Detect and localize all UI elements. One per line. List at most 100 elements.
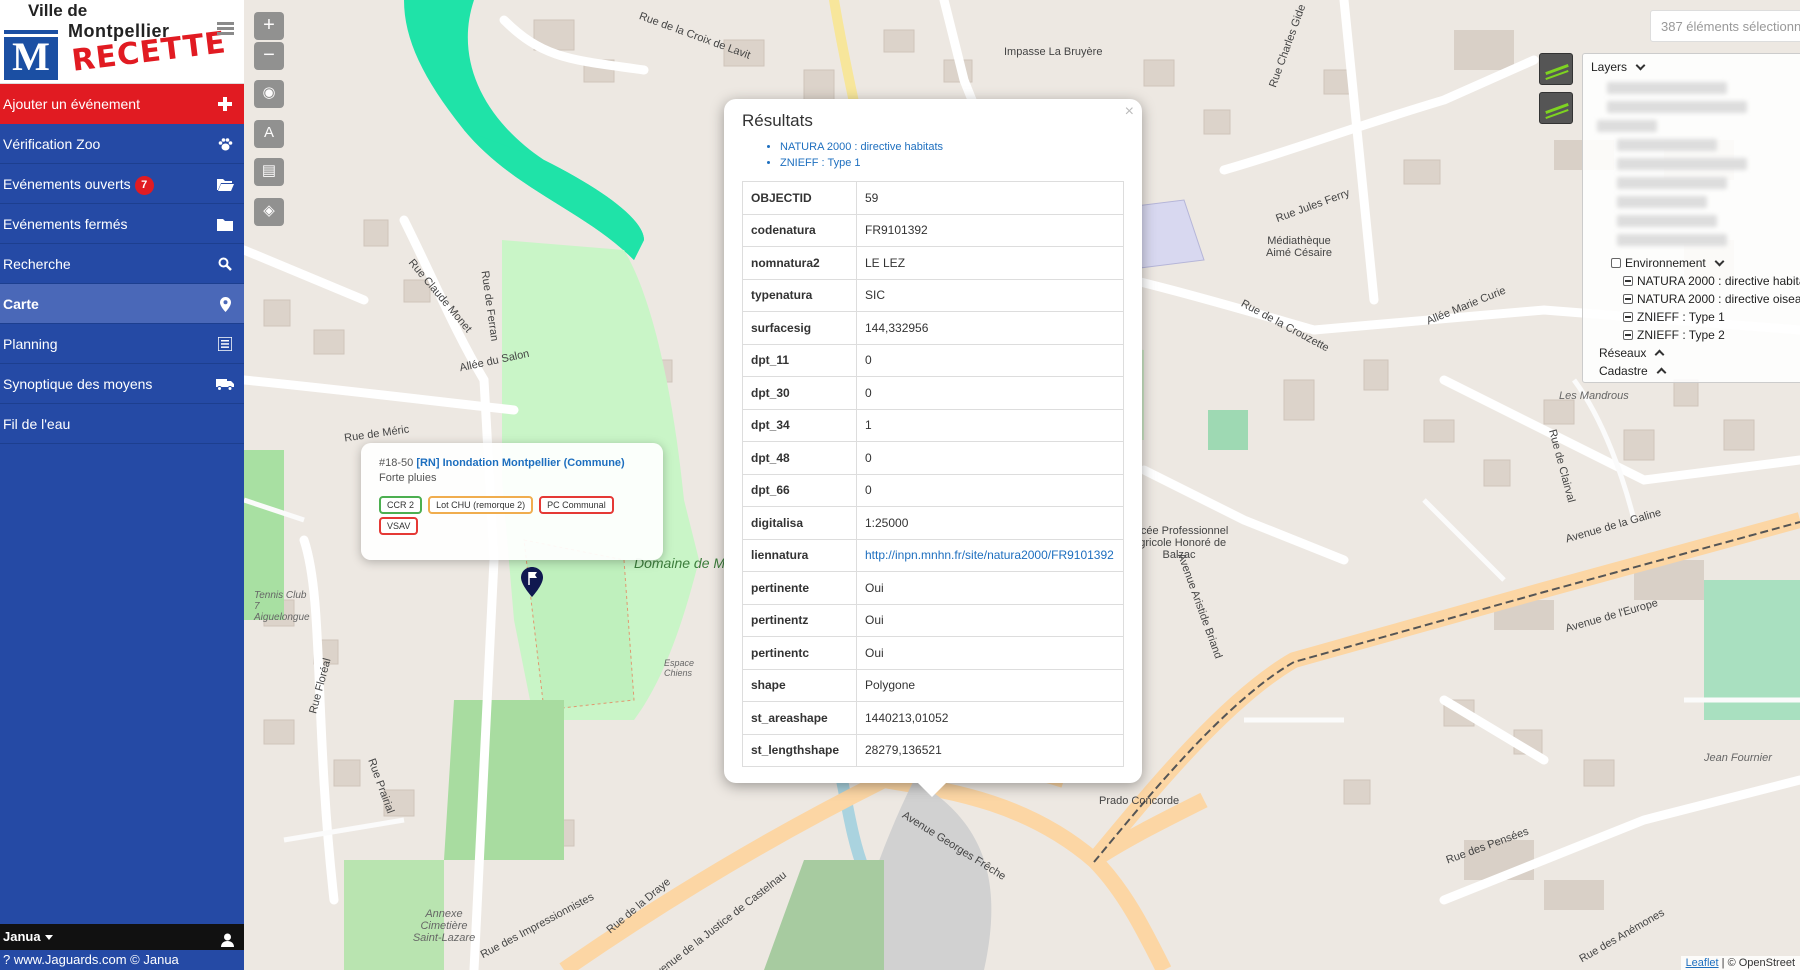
overlay-toggle-button[interactable] (1539, 92, 1573, 124)
group-checkbox[interactable] (1611, 258, 1621, 268)
layer-item[interactable]: NATURA 2000 : directive oiseaux (1623, 290, 1800, 308)
attribute-value: Oui (856, 636, 1124, 670)
results-title: Résultats (742, 111, 813, 130)
nav-label: Fil de l'eau (3, 416, 71, 432)
brand-logo[interactable]: Ville de Montpellier M RECETTE (0, 0, 244, 84)
nav-zoo-check[interactable]: Vérification Zoo (0, 124, 244, 164)
attribute-key: OBJECTID (742, 181, 857, 215)
nav-label: Recherche (3, 256, 71, 272)
attribute-value: 0 (856, 441, 1124, 475)
layer-checkbox[interactable] (1623, 330, 1633, 340)
basemap-toggle-button[interactable] (1539, 53, 1573, 85)
nav-resources-synoptic[interactable]: Synoptique des moyens (0, 364, 244, 404)
attribute-row: OBJECTID 59 (742, 181, 1124, 215)
resource-tag[interactable]: VSAV (379, 517, 419, 535)
nav-label: Vérification Zoo (3, 136, 101, 152)
nav-label: Planning (3, 336, 58, 352)
attribute-row: nomnatura2 LE LEZ (742, 246, 1124, 280)
folder-closed-icon (216, 204, 234, 244)
attribute-key: nomnatura2 (742, 246, 857, 280)
event-title-link[interactable]: [RN] Inondation Montpellier (Commune) (416, 457, 624, 469)
layers-panel: Layers Environnement NATURA 2000 : direc… (1582, 53, 1800, 383)
layer-group-label: Cadastre (1599, 364, 1648, 378)
zoom-out-button[interactable]: − (254, 42, 284, 70)
layers-header[interactable]: Layers (1591, 60, 1800, 74)
search-icon (216, 244, 234, 284)
attribute-row: pertinentc Oui (742, 636, 1124, 670)
attribute-value: 1 (856, 408, 1124, 442)
event-tags: CCR 2 Lot CHU (remorque 2) PC Communal V… (379, 496, 645, 538)
attribute-value: Oui (856, 571, 1124, 605)
attribute-row: dpt_48 0 (742, 441, 1124, 475)
layer-checkbox[interactable] (1623, 312, 1633, 322)
nav-open-events[interactable]: Evénements ouverts 7 (0, 164, 244, 204)
blurred-layer-item (1617, 215, 1717, 227)
event-id-line: #18-50 [RN] Inondation Montpellier (Comm… (379, 457, 645, 469)
attribute-key: codenatura (742, 213, 857, 247)
blurred-layer-item (1617, 234, 1727, 246)
nav-add-event[interactable]: Ajouter un événement (0, 84, 244, 124)
app-window: Ville de Montpellier M RECETTE Ajouter u… (0, 0, 1800, 970)
event-flag-marker-icon[interactable] (521, 567, 543, 597)
results-layer-item[interactable]: NATURA 2000 : directive habitats (780, 139, 1124, 155)
attribute-key: surfacesig (742, 311, 857, 345)
attribute-row: pertinentz Oui (742, 603, 1124, 637)
text-tool-button[interactable]: A (254, 120, 284, 148)
attribute-key: dpt_30 (742, 376, 857, 410)
attribute-key: dpt_11 (742, 343, 857, 377)
attribute-row: dpt_66 0 (742, 473, 1124, 507)
results-layer-item[interactable]: ZNIEFF : Type 1 (780, 155, 1124, 171)
event-popup[interactable]: #18-50 [RN] Inondation Montpellier (Comm… (361, 443, 663, 560)
resource-tag[interactable]: PC Communal (539, 496, 614, 514)
attribute-row: digitalisa 1:25000 (742, 506, 1124, 540)
user-menu[interactable]: Janua (0, 924, 244, 950)
layer-group-cadastre[interactable]: Cadastre (1599, 362, 1800, 380)
blurred-layer-item (1617, 158, 1747, 170)
attribute-key: dpt_66 (742, 473, 857, 507)
event-id: #18-50 (379, 457, 414, 469)
layer-group-reseaux[interactable]: Réseaux (1599, 344, 1800, 362)
layer-group-environnement[interactable]: Environnement (1611, 254, 1800, 272)
event-description: Forte pluies (379, 472, 437, 484)
sidebar: Ville de Montpellier M RECETTE Ajouter u… (0, 0, 244, 970)
nav-planning[interactable]: Planning (0, 324, 244, 364)
resource-tag[interactable]: Lot CHU (remorque 2) (428, 496, 534, 514)
layer-label: ZNIEFF : Type 2 (1637, 328, 1725, 342)
plus-icon (216, 84, 234, 124)
attribute-key: pertinentz (742, 603, 857, 637)
leaflet-link[interactable]: Leaflet (1686, 957, 1719, 969)
target-tool-button[interactable]: ◈ (254, 198, 284, 226)
nav-search[interactable]: Recherche (0, 244, 244, 284)
attribute-row: dpt_11 0 (742, 343, 1124, 377)
attribute-key: st_areashape (742, 701, 857, 735)
nav-label: Synoptique des moyens (3, 376, 153, 392)
blurred-layer-item (1597, 120, 1657, 132)
layer-checkbox[interactable] (1623, 294, 1633, 304)
resource-tag[interactable]: CCR 2 (379, 496, 423, 514)
hamburger-menu-icon[interactable] (217, 22, 234, 37)
layer-group-label: Réseaux (1599, 346, 1647, 360)
eye-tool-button[interactable]: ◉ (254, 80, 284, 108)
close-icon[interactable]: × (1125, 103, 1134, 121)
main-nav: Ajouter un événement Vérification Zoo Ev… (0, 84, 244, 444)
nav-closed-events[interactable]: Evénements fermés (0, 204, 244, 244)
layer-item[interactable]: ZNIEFF : Type 2 (1623, 326, 1800, 344)
attribute-value: 28279,136521 (856, 733, 1124, 767)
caret-down-icon (44, 935, 53, 941)
zoom-in-button[interactable]: + (254, 12, 284, 40)
attribute-row: pertinente Oui (742, 571, 1124, 605)
nav-label: Evénements ouverts (3, 176, 131, 192)
attribute-row: typenatura SIC (742, 278, 1124, 312)
nav-map[interactable]: Carte (0, 284, 244, 324)
layer-checkbox[interactable] (1623, 276, 1633, 286)
nav-water-flow[interactable]: Fil de l'eau (0, 404, 244, 444)
table-tool-button[interactable]: ▤ (254, 158, 284, 186)
attribute-row: codenatura FR9101392 (742, 213, 1124, 247)
attribute-key: pertinente (742, 571, 857, 605)
attribute-value: 1:25000 (856, 506, 1124, 540)
selection-count-field[interactable]: 387 éléments sélectionn (1650, 10, 1800, 42)
layer-item[interactable]: ZNIEFF : Type 1 (1623, 308, 1800, 326)
layer-item[interactable]: NATURA 2000 : directive habitats (1623, 272, 1800, 290)
natura-link[interactable]: http://inpn.mnhn.fr/site/natura2000/FR91… (865, 548, 1114, 562)
map-view[interactable]: Rue de la Croix de Lavit Impasse La Bruy… (244, 0, 1800, 970)
